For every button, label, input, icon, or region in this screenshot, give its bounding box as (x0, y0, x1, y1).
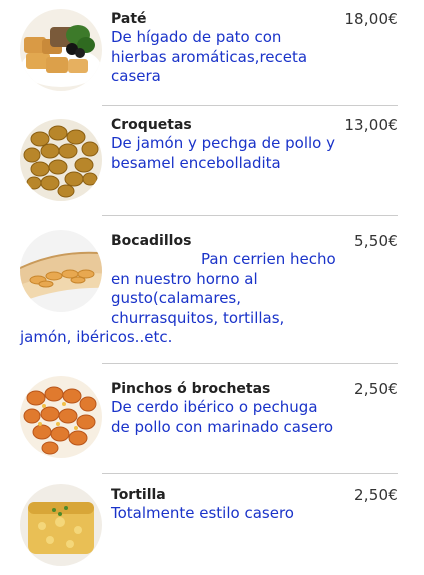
sandwich-image (20, 230, 102, 312)
skewers-image (20, 376, 102, 458)
tortilla-image (20, 484, 102, 566)
item-price: 18,00€ (344, 10, 398, 28)
item-price: 5,50€ (354, 232, 398, 250)
item-price: 2,50€ (354, 486, 398, 504)
item-name: Bocadillos (111, 233, 192, 249)
item-description: Totalmente estilo casero (111, 504, 294, 522)
croquetas-image (20, 119, 102, 201)
item-description: De cerdo ibérico o pechuga de pollo con … (111, 398, 333, 436)
item-description: De jamón y pechga de pollo y besamel enc… (111, 134, 335, 172)
item-name: Tortilla (111, 487, 166, 503)
item-name: Croquetas (111, 117, 192, 133)
menu-item[interactable]: 2,50€ Tortilla Totalmente estilo casero (0, 474, 424, 575)
item-description: De hígado de pato con hierbas aromáticas… (111, 28, 308, 85)
item-price: 13,00€ (344, 116, 398, 134)
menu-item[interactable]: 5,50€ Bocadillos Pan cerrien hecho en nu… (0, 216, 424, 364)
menu-item[interactable]: 18,00€ Paté De hígado de pato con hierba… (0, 0, 424, 106)
menu-list: 18,00€ Paté De hígado de pato con hierba… (0, 0, 424, 575)
menu-item[interactable]: 13,00€ Croquetas De jamón y pechga de po… (0, 106, 424, 216)
item-price: 2,50€ (354, 380, 398, 398)
item-name: Pinchos ó brochetas (111, 381, 271, 397)
item-name: Paté (111, 11, 147, 27)
menu-item[interactable]: 2,50€ Pinchos ó brochetas De cerdo ibéri… (0, 364, 424, 474)
pate-toast-image (20, 9, 102, 91)
